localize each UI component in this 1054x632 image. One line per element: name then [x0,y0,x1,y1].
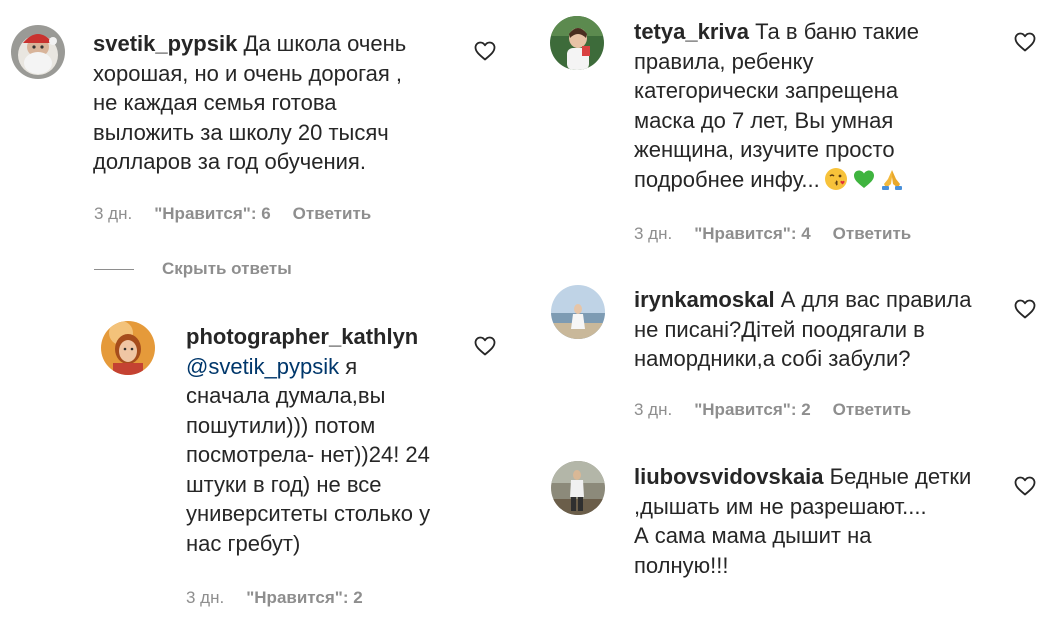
comment-line: А для вас правила [780,287,972,312]
comment-line: А сама мама дышит на [634,523,872,548]
hide-replies-divider [94,269,134,270]
comment-time: 3 дн. [186,588,225,607]
comment-text: photographer_kathlyn @svetik_pypsik я сн… [186,322,476,558]
avatar-svetik-pypsik[interactable] [11,25,65,79]
like-heart-icon[interactable] [1013,30,1037,54]
mention-link[interactable]: @svetik_pypsik [186,354,339,379]
comment-likes[interactable]: "Нравится": 6 [154,204,270,224]
avatar-photographer-kathlyn[interactable] [101,321,155,375]
comment-time: 3 дн. [94,204,133,223]
comment-meta: 3 дн. "Нравится": 6 Ответить [94,204,371,224]
comment-line: Да школа очень [243,31,407,56]
comment-line: намордники,а собі забули? [634,346,911,371]
comment-meta: 3 дн. "Нравится": 4 Ответить [634,224,911,244]
like-heart-icon[interactable] [473,39,497,63]
comment-text: svetik_pypsik Да школа очень хорошая, но… [93,29,473,177]
comment-line: категорически запрещена [634,78,899,103]
comment-likes[interactable]: "Нравится": 4 [694,224,810,244]
comment-username[interactable]: irynkamoskal [634,287,775,312]
like-heart-icon[interactable] [1013,474,1037,498]
comment-text: irynkamoskal А для вас правила не писані… [634,285,1014,374]
comment-username[interactable]: svetik_pypsik [93,31,237,56]
comment-time: 3 дн. [634,224,673,243]
comment-text: liubovsvidovskaia Бедные детки ,дышать и… [634,462,1014,580]
comment-line: ,дышать им не разрешают.... [634,493,927,519]
comment-line: Та в баню такие [755,19,920,44]
comment-text: tetya_kriva Та в баню такие правила, реб… [634,17,1014,194]
comment-line: университеты столько у [186,501,431,526]
avatar-tetya-kriva[interactable] [550,16,604,70]
comment-line: посмотрела- нет))24! 24 [186,442,430,467]
comment-line: штуки в год) не все [186,471,382,497]
comment-time: 3 дн. [634,400,673,419]
comment-line: Бедные детки [829,464,972,489]
comment-line: полную!!! [634,552,729,578]
comment-line: маска до 7 лет, Вы умная [634,107,894,133]
comment-line: женщина, изучите просто [634,137,895,162]
kissing-face-emoji [824,167,848,191]
comment-line: долларов за год обучения. [93,149,366,174]
reply-button[interactable]: Ответить [833,400,912,420]
comment-username[interactable]: photographer_kathlyn [186,322,476,352]
avatar-liubovsvidovskaia[interactable] [551,461,605,515]
comment-line: не каждая семья готова [93,90,337,115]
comment-line: не писані?Дітей поодягали в [634,316,925,342]
green-heart-emoji [852,167,876,191]
reply-button[interactable]: Ответить [833,224,912,244]
praying-hands-emoji [880,167,904,191]
comment-username[interactable]: tetya_kriva [634,19,749,44]
comment-likes[interactable]: "Нравится": 2 [246,588,362,608]
comment-line: выложить за школу 20 тысяч [93,119,389,145]
comment-line: нас гребут) [186,530,301,556]
like-heart-icon[interactable] [473,334,497,358]
comment-line: я [345,353,358,379]
comment-line: пошутили))) потом [186,412,376,438]
like-heart-icon[interactable] [1013,297,1037,321]
comment-line: сначала думала,вы [186,383,386,408]
comment-username[interactable]: liubovsvidovskaia [634,464,824,489]
avatar-irynkamoskal[interactable] [551,285,605,339]
reply-button[interactable]: Ответить [293,204,372,224]
hide-replies-button[interactable]: Скрыть ответы [162,259,292,279]
comment-meta: 3 дн. "Нравится": 2 Ответить [634,400,911,420]
comment-line: хорошая, но и очень дорогая , [93,60,403,86]
comment-line: правила, ребенку [634,48,814,74]
comment-likes[interactable]: "Нравится": 2 [694,400,810,420]
comment-line: подробнее инфу... [634,166,820,192]
comment-meta: 3 дн. "Нравится": 2 [186,588,363,608]
